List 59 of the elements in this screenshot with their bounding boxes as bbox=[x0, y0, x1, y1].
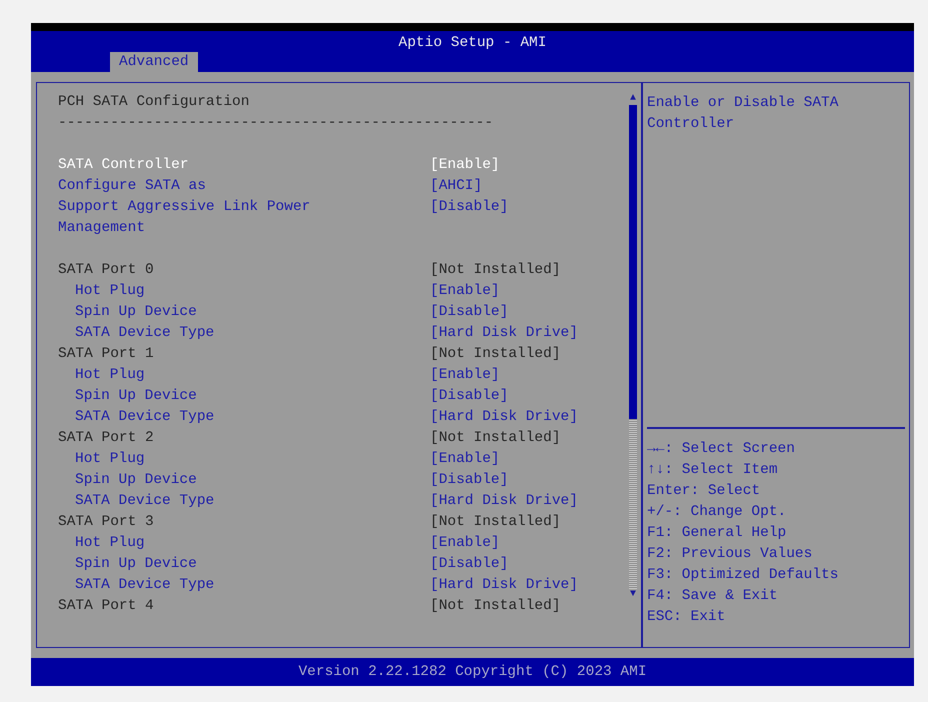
setting-value[interactable]: [Enable] bbox=[430, 281, 500, 302]
setting-value: [Not Installed] bbox=[430, 345, 561, 364]
key-hint: +/-: Change Opt. bbox=[647, 503, 788, 522]
setting-label[interactable]: Spin Up Device bbox=[75, 302, 197, 323]
setting-value[interactable]: [Enable] bbox=[430, 533, 500, 554]
setting-value[interactable]: [Disable] bbox=[430, 386, 508, 407]
key-hint: Enter: Select bbox=[647, 482, 762, 501]
setting-value[interactable]: [Enable] bbox=[430, 449, 500, 470]
scroll-up-arrow[interactable]: ▲ bbox=[630, 93, 636, 105]
setting-value: [Not Installed] bbox=[430, 429, 561, 448]
setting-label: SATA Port 1 bbox=[58, 345, 154, 364]
setting-label[interactable]: Hot Plug bbox=[75, 449, 145, 470]
window-title: Aptio Setup - AMI bbox=[398, 34, 546, 52]
version-text: Version 2.22.1282 Copyright (C) 2023 AMI bbox=[298, 662, 647, 682]
separator-line: -------------------------------------------------- bbox=[58, 114, 494, 133]
setting-label[interactable]: SATA Controller bbox=[58, 155, 189, 176]
setting-value[interactable]: [Hard Disk Drive] bbox=[430, 491, 578, 512]
setting-value[interactable]: [Hard Disk Drive] bbox=[430, 575, 578, 596]
setting-label: SATA Port 2 bbox=[58, 429, 154, 448]
scroll-down-arrow[interactable]: ▼ bbox=[630, 589, 636, 601]
setting-label: SATA Port 0 bbox=[58, 261, 154, 280]
page-title: PCH SATA Configuration bbox=[58, 93, 250, 112]
setting-label[interactable]: SATA Device Type bbox=[75, 575, 214, 596]
setting-label[interactable]: Support Aggressive Link Power Management bbox=[58, 197, 323, 239]
setting-label[interactable]: SATA Device Type bbox=[75, 407, 214, 428]
setting-value[interactable]: [Enable] bbox=[430, 155, 500, 176]
setting-value[interactable]: [Hard Disk Drive] bbox=[430, 323, 578, 344]
setting-value[interactable]: [Disable] bbox=[430, 554, 508, 575]
setting-label[interactable]: Spin Up Device bbox=[75, 554, 197, 575]
setting-value[interactable]: [Hard Disk Drive] bbox=[430, 407, 578, 428]
setting-label: SATA Port 3 bbox=[58, 513, 154, 532]
key-hint: ↑↓: Select Item bbox=[647, 461, 779, 480]
setting-value[interactable]: [AHCI] bbox=[430, 176, 482, 197]
setting-label[interactable]: Hot Plug bbox=[75, 365, 145, 386]
setting-label[interactable]: Hot Plug bbox=[75, 533, 145, 554]
setting-value[interactable]: [Enable] bbox=[430, 365, 500, 386]
setting-label[interactable]: Hot Plug bbox=[75, 281, 145, 302]
setting-value: [Not Installed] bbox=[430, 513, 561, 532]
key-hint: F4: Save & Exit bbox=[647, 587, 779, 606]
key-hint: →←: Select Screen bbox=[647, 440, 796, 459]
setting-value[interactable]: [Disable] bbox=[430, 470, 508, 491]
setting-label[interactable]: Spin Up Device bbox=[75, 470, 197, 491]
setting-label[interactable]: SATA Device Type bbox=[75, 323, 214, 344]
setting-value[interactable]: [Disable] bbox=[430, 302, 508, 323]
setting-label: SATA Port 4 bbox=[58, 597, 154, 616]
key-hint: F2: Previous Values bbox=[647, 545, 814, 564]
key-hint: ESC: Exit bbox=[647, 608, 726, 627]
key-hint: F3: Optimized Defaults bbox=[647, 566, 840, 585]
key-hint: F1: General Help bbox=[647, 524, 788, 543]
menu-tab[interactable]: Advanced bbox=[110, 52, 198, 72]
setting-value[interactable]: [Disable] bbox=[430, 197, 508, 239]
setting-value: [Not Installed] bbox=[430, 261, 561, 280]
scrollbar-track[interactable] bbox=[629, 105, 637, 589]
setting-label[interactable]: Spin Up Device bbox=[75, 386, 197, 407]
scrollbar-thumb[interactable] bbox=[629, 105, 637, 419]
setting-value: [Not Installed] bbox=[430, 597, 561, 616]
setting-label[interactable]: SATA Device Type bbox=[75, 491, 214, 512]
setting-label[interactable]: Configure SATA as bbox=[58, 176, 206, 197]
help-text: Enable or Disable SATA Controller bbox=[647, 94, 840, 134]
